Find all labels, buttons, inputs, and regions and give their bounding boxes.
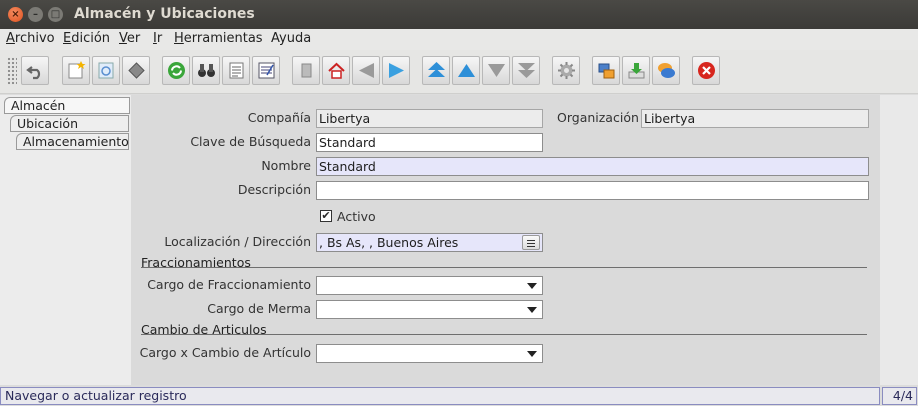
- refresh-icon: [168, 62, 185, 79]
- article-change-charge-select[interactable]: [316, 344, 543, 363]
- refresh-button[interactable]: [162, 56, 190, 85]
- tab-icon: [301, 63, 312, 78]
- first-record-icon: [428, 62, 445, 77]
- title-bar: × – □ Almacén y Ubicaciones: [0, 0, 918, 29]
- active-checkbox[interactable]: ✔: [320, 210, 332, 222]
- tab-panel: Almacén Ubicación Almacenamiento: [0, 95, 131, 385]
- undo-icon: [26, 66, 41, 80]
- window-title: Almacén y Ubicaciones: [74, 6, 255, 22]
- right-strip: [880, 95, 918, 385]
- section-divider: [141, 267, 867, 268]
- arrow-up-icon: [458, 64, 475, 77]
- article-change-charge-label: Cargo x Cambio de Artículo: [139, 345, 311, 360]
- toolbar-grip-icon[interactable]: [7, 57, 17, 85]
- menu-ir[interactable]: Ir: [153, 31, 162, 46]
- chevron-down-icon: [527, 351, 537, 357]
- record-counter[interactable]: 4/4: [882, 387, 917, 405]
- home-icon: [328, 62, 345, 79]
- waste-charge-label: Cargo de Merma: [207, 301, 311, 316]
- copy-record-button[interactable]: [92, 56, 120, 85]
- arrow-down-icon: [488, 64, 505, 77]
- download-icon: [628, 63, 645, 79]
- find-button[interactable]: [192, 56, 220, 85]
- copy-icon: [98, 62, 114, 79]
- location-field[interactable]: , Bs As, , Buenos Aires: [316, 233, 543, 252]
- close-icon: [698, 62, 715, 79]
- workflow-icon: [598, 63, 615, 79]
- menu-ver[interactable]: Ver: [119, 31, 140, 46]
- arrow-right-icon: [389, 63, 404, 78]
- location-value: , Bs As, , Buenos Aires: [319, 235, 459, 250]
- menu-edicion[interactable]: Edición: [63, 31, 110, 46]
- location-lookup-button[interactable]: [522, 235, 540, 250]
- fractioning-charge-label: Cargo de Fraccionamiento: [147, 277, 311, 292]
- search-key-field[interactable]: Standard: [316, 133, 543, 152]
- description-field[interactable]: [316, 181, 869, 200]
- previous-record-button[interactable]: [452, 56, 480, 85]
- tab-ubicacion[interactable]: Ubicación: [10, 115, 129, 132]
- exit-button[interactable]: [692, 56, 720, 85]
- report-button[interactable]: [222, 56, 250, 85]
- menu-ayuda[interactable]: Ayuda: [271, 31, 311, 46]
- next-record-button[interactable]: [482, 56, 510, 85]
- arrow-left-icon: [359, 63, 374, 78]
- waste-charge-select[interactable]: [316, 300, 543, 319]
- active-label: Activo: [337, 209, 376, 224]
- menu-bar: Archivo Edición Ver Ir Herramientas Ayud…: [0, 29, 918, 50]
- company-label: Compañía: [247, 110, 311, 125]
- first-record-button[interactable]: [422, 56, 450, 85]
- description-label: Descripción: [237, 182, 311, 197]
- menu-herramientas[interactable]: Herramientas: [174, 31, 263, 46]
- organization-label: Organización: [557, 110, 639, 125]
- home-button[interactable]: [322, 56, 350, 85]
- zoom-across-button[interactable]: [592, 56, 620, 85]
- chat-button[interactable]: [652, 56, 680, 85]
- report-icon: [229, 62, 244, 79]
- close-window-button[interactable]: ×: [8, 7, 23, 22]
- archive-button[interactable]: [622, 56, 650, 85]
- status-bar: Navegar o actualizar registro 4/4: [0, 385, 918, 406]
- grid-toggle-button[interactable]: [252, 56, 280, 85]
- delete-record-button[interactable]: [122, 56, 150, 85]
- form-grid-icon: [258, 62, 275, 79]
- process-button[interactable]: [552, 56, 580, 85]
- organization-field[interactable]: Libertya: [641, 109, 869, 128]
- minimize-window-button[interactable]: –: [28, 7, 43, 22]
- erase-icon: [128, 62, 145, 79]
- name-label: Nombre: [261, 158, 311, 173]
- new-record-button[interactable]: [62, 56, 90, 85]
- status-message: Navegar o actualizar registro: [0, 387, 880, 405]
- fractioning-charge-select[interactable]: [316, 276, 543, 295]
- new-document-icon: [68, 61, 86, 79]
- chevron-down-icon: [527, 283, 537, 289]
- location-label: Localización / Dirección: [164, 234, 311, 249]
- undo-button[interactable]: [21, 56, 49, 85]
- chat-icon: [658, 63, 675, 78]
- toolbar: [0, 50, 918, 94]
- name-field[interactable]: Standard: [316, 157, 869, 176]
- last-record-icon: [518, 63, 535, 78]
- binoculars-icon: [198, 64, 215, 77]
- chevron-down-icon: [527, 307, 537, 313]
- next-tab-button[interactable]: [382, 56, 410, 85]
- parent-record-button[interactable]: [292, 56, 320, 85]
- menu-archivo[interactable]: Archivo: [6, 31, 55, 46]
- tab-almacenamiento[interactable]: Almacenamiento: [16, 133, 129, 150]
- last-record-button[interactable]: [512, 56, 540, 85]
- search-key-label: Clave de Búsqueda: [190, 134, 311, 149]
- tab-almacen[interactable]: Almacén: [4, 97, 130, 114]
- previous-tab-button[interactable]: [352, 56, 380, 85]
- company-field[interactable]: Libertya: [316, 109, 543, 128]
- section-divider: [141, 334, 867, 335]
- maximize-window-button[interactable]: □: [48, 7, 63, 22]
- gear-icon: [558, 62, 575, 79]
